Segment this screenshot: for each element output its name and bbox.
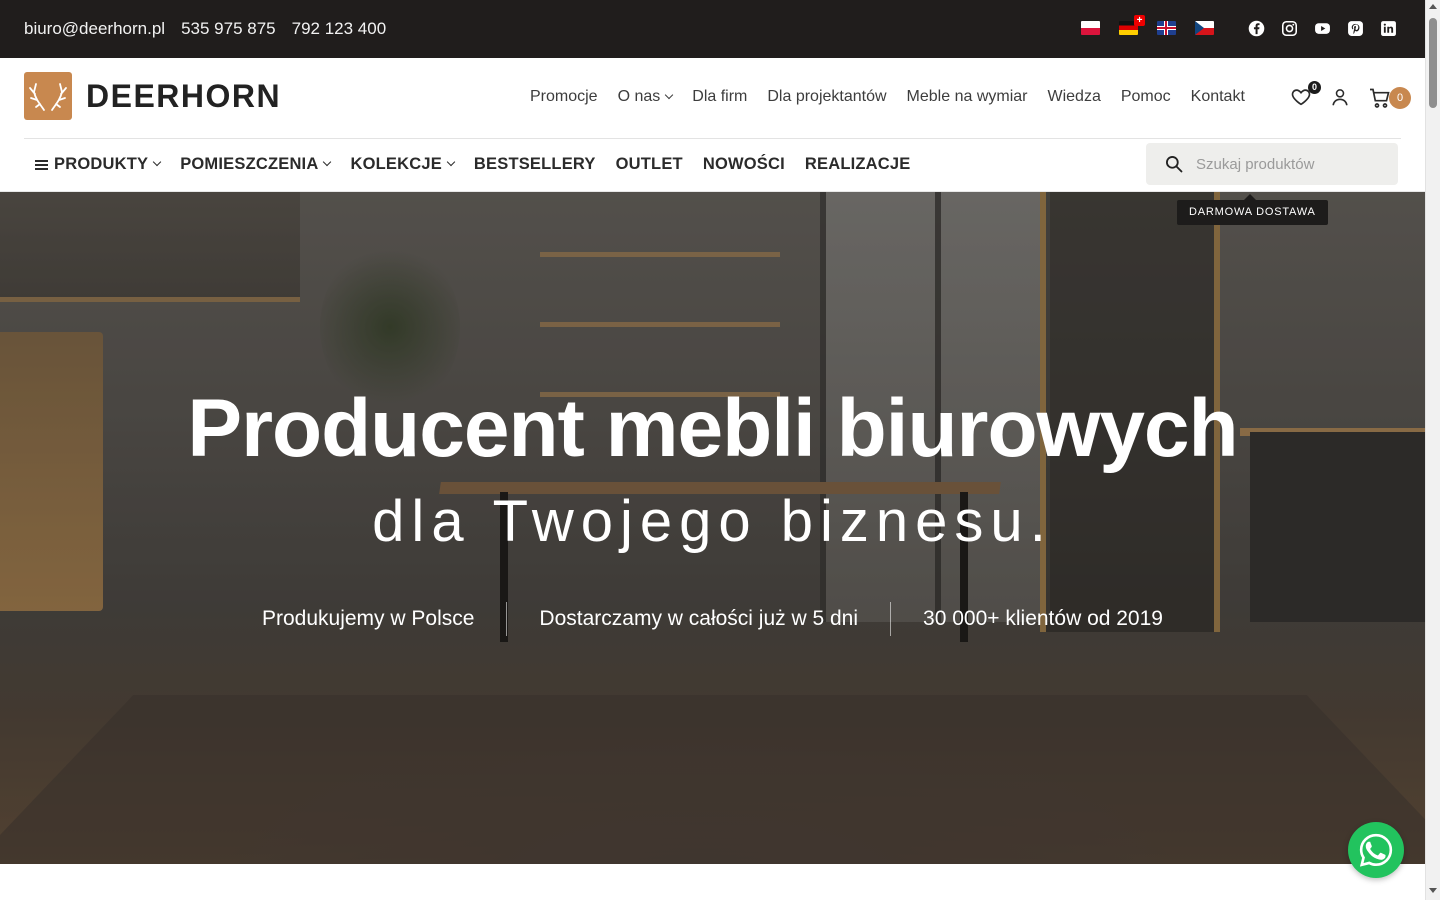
nav-o-nas[interactable]: O nas bbox=[617, 88, 674, 106]
facebook-icon[interactable] bbox=[1248, 20, 1265, 37]
hamburger-icon bbox=[35, 158, 48, 172]
logo[interactable]: DEERHORN bbox=[24, 72, 281, 120]
cat-produkty[interactable]: PRODUKTY bbox=[35, 155, 162, 174]
nav-dla-firm[interactable]: Dla firm bbox=[692, 88, 747, 106]
hero-usp-list: Produkujemy w Polsce Dostarczamy w całoś… bbox=[0, 602, 1425, 636]
language-switcher: + bbox=[1081, 15, 1214, 35]
search-input[interactable] bbox=[1196, 143, 1391, 185]
hero-banner: Producent mebli biurowych dla Twojego bi… bbox=[0, 192, 1425, 864]
cart-count-badge: 0 bbox=[1389, 87, 1411, 109]
nav-meble-na-wymiar[interactable]: Meble na wymiar bbox=[907, 88, 1028, 106]
chevron-down-icon bbox=[446, 157, 456, 166]
cat-nowosci[interactable]: NOWOŚCI bbox=[703, 155, 785, 174]
header-icons: 0 0 bbox=[1290, 81, 1411, 110]
email-link[interactable]: biuro@deerhorn.pl bbox=[24, 19, 165, 39]
nav-kontakt[interactable]: Kontakt bbox=[1191, 88, 1245, 106]
social-links bbox=[1248, 20, 1397, 37]
nav-o-nas-label: O nas bbox=[617, 88, 661, 105]
cat-pomieszczenia[interactable]: POMIESZCZENIA bbox=[180, 155, 332, 174]
free-delivery-tooltip: DARMOWA DOSTAWA bbox=[1177, 194, 1328, 225]
cat-kolekcje[interactable]: KOLEKCJE bbox=[350, 155, 456, 174]
page-scrollbar[interactable] bbox=[1425, 0, 1440, 900]
scroll-up-arrow-icon[interactable] bbox=[1429, 4, 1437, 9]
cat-kolekcje-label: KOLEKCJE bbox=[350, 155, 442, 173]
phone-link-1[interactable]: 535 975 875 bbox=[181, 19, 276, 39]
chevron-down-icon bbox=[152, 157, 162, 166]
uk-flag[interactable] bbox=[1157, 21, 1176, 35]
instagram-icon[interactable] bbox=[1281, 20, 1298, 37]
category-bar: PRODUKTY POMIESZCZENIA KOLEKCJE BESTSELL… bbox=[0, 139, 1425, 192]
cat-bestsellery[interactable]: BESTSELLERY bbox=[474, 155, 596, 174]
account-button[interactable] bbox=[1329, 86, 1353, 110]
nav-promocje[interactable]: Promocje bbox=[530, 88, 598, 106]
top-bar: biuro@deerhorn.pl 535 975 875 792 123 40… bbox=[0, 0, 1425, 58]
usp-item: Dostarczamy w całości już w 5 dni bbox=[539, 607, 859, 630]
phone-link-2[interactable]: 792 123 400 bbox=[292, 19, 387, 39]
nav-pomoc[interactable]: Pomoc bbox=[1121, 88, 1171, 106]
cat-realizacje[interactable]: REALIZACJE bbox=[805, 155, 911, 174]
contact-info: biuro@deerhorn.pl 535 975 875 792 123 40… bbox=[24, 19, 386, 39]
chevron-down-icon bbox=[665, 90, 674, 100]
pinterest-icon[interactable] bbox=[1347, 20, 1364, 37]
whatsapp-icon bbox=[1359, 833, 1393, 867]
hero-title: Producent mebli biurowych bbox=[187, 383, 1238, 474]
wishlist-count-badge: 0 bbox=[1308, 81, 1321, 94]
whatsapp-button[interactable] bbox=[1348, 822, 1404, 878]
cz-flag[interactable] bbox=[1195, 21, 1214, 35]
antlers-logo-icon bbox=[24, 72, 72, 120]
cart-button[interactable]: 0 bbox=[1368, 86, 1411, 110]
de-ch-flag[interactable]: + bbox=[1119, 15, 1145, 35]
scrollbar-thumb[interactable] bbox=[1429, 18, 1437, 108]
main-nav: Promocje O nas Dla firm Dla projektantów… bbox=[530, 88, 1245, 106]
usp-item: Produkujemy w Polsce bbox=[262, 607, 475, 630]
wishlist-button[interactable]: 0 bbox=[1290, 81, 1321, 110]
user-icon bbox=[1332, 89, 1348, 106]
nav-wiedza[interactable]: Wiedza bbox=[1047, 88, 1100, 106]
scroll-down-arrow-icon[interactable] bbox=[1429, 888, 1437, 893]
logo-text: DEERHORN bbox=[86, 77, 282, 114]
usp-item: 30 000+ klientów od 2019 bbox=[923, 607, 1163, 630]
nav-dla-projektantow[interactable]: Dla projektantów bbox=[767, 88, 886, 106]
hero-subtitle: dla Twojego biznesu. bbox=[372, 489, 1053, 554]
cat-pomieszczenia-label: POMIESZCZENIA bbox=[180, 155, 319, 173]
youtube-icon[interactable] bbox=[1314, 20, 1331, 37]
search-box bbox=[1146, 143, 1398, 185]
cat-outlet[interactable]: OUTLET bbox=[616, 155, 683, 174]
linkedin-icon[interactable] bbox=[1380, 20, 1397, 37]
chevron-down-icon bbox=[323, 157, 332, 166]
category-nav: PRODUKTY POMIESZCZENIA KOLEKCJE BESTSELL… bbox=[35, 155, 911, 174]
search-icon[interactable] bbox=[1164, 154, 1184, 174]
cat-produkty-label: PRODUKTY bbox=[54, 155, 149, 173]
site-header: DEERHORN Promocje O nas Dla firm Dla pro… bbox=[24, 58, 1411, 139]
pl-flag[interactable] bbox=[1081, 21, 1100, 35]
